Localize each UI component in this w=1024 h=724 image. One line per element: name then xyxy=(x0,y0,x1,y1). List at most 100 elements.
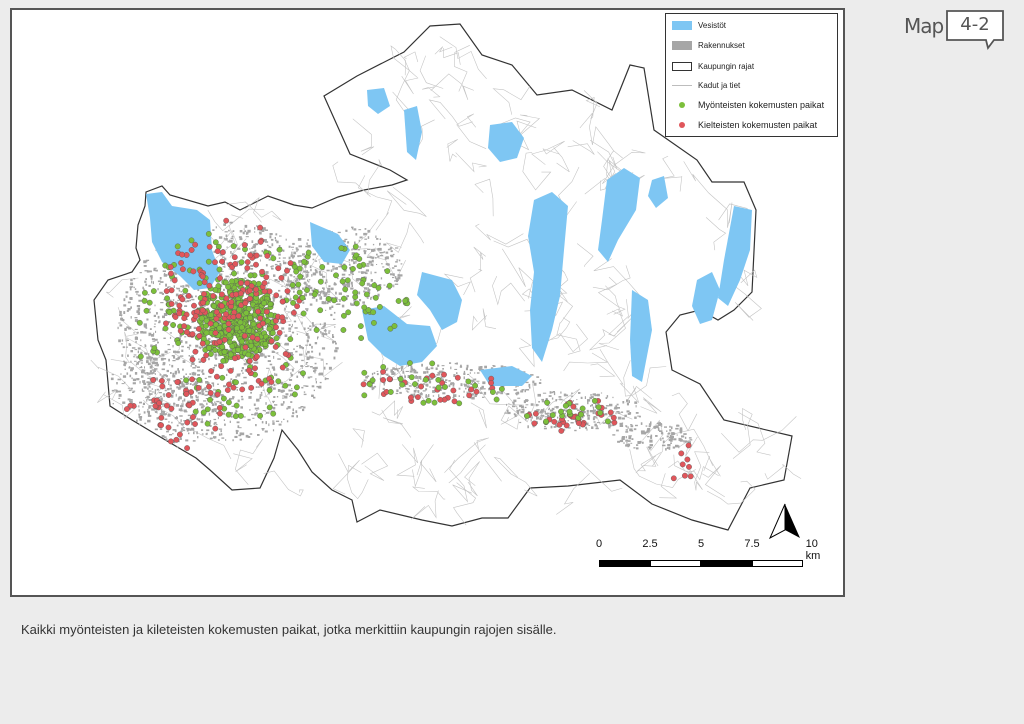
negative-point xyxy=(189,331,196,337)
negative-point xyxy=(682,472,688,479)
positive-point xyxy=(311,291,318,298)
negative-point xyxy=(437,396,444,403)
positive-point xyxy=(267,301,274,308)
legend-label: Kaupungin rajat xyxy=(698,61,755,71)
negative-point xyxy=(206,282,213,289)
positive-point xyxy=(359,280,366,287)
negative-point xyxy=(231,254,238,261)
positive-point xyxy=(456,400,463,407)
positive-point xyxy=(150,288,157,294)
positive-point xyxy=(220,357,227,364)
positive-point xyxy=(331,297,337,304)
negative-point xyxy=(386,376,393,382)
positive-point xyxy=(207,396,213,403)
negative-point xyxy=(159,383,166,390)
scale-label-2-5: 2.5 xyxy=(642,538,658,550)
positive-point xyxy=(170,322,177,328)
negative-point xyxy=(273,292,280,299)
positive-point xyxy=(591,397,598,404)
negative-point xyxy=(176,302,183,309)
negative-point xyxy=(217,410,223,417)
negative-point xyxy=(268,338,275,344)
negative-point xyxy=(181,323,188,329)
negative-point xyxy=(246,287,253,294)
positive-point xyxy=(578,411,584,418)
positive-point xyxy=(595,404,602,410)
positive-point xyxy=(220,395,227,402)
negative-point xyxy=(246,295,253,302)
negative-point xyxy=(218,363,225,370)
positive-point xyxy=(276,246,283,253)
positive-point xyxy=(234,325,240,332)
positive-point xyxy=(371,282,378,289)
positive-point xyxy=(237,412,244,419)
positive-point xyxy=(422,376,429,383)
positive-point xyxy=(287,336,294,342)
positive-point xyxy=(188,237,195,244)
negative-point xyxy=(177,327,184,334)
positive-point xyxy=(141,289,148,296)
negative-point xyxy=(168,300,175,307)
positive-point xyxy=(270,410,277,417)
negative-point xyxy=(156,400,163,406)
negative-point xyxy=(233,291,240,298)
negative-point xyxy=(199,340,206,347)
positive-point xyxy=(211,303,218,310)
scale-segment-2 xyxy=(650,560,701,567)
negative-point xyxy=(684,456,691,463)
positive-point xyxy=(391,323,398,329)
negative-point xyxy=(488,379,494,386)
positive-point xyxy=(597,409,603,416)
negative-point xyxy=(179,251,186,258)
negative-point xyxy=(172,314,179,320)
negative-point xyxy=(163,288,170,294)
positive-point xyxy=(372,294,379,301)
negative-point xyxy=(207,390,214,396)
negative-point xyxy=(210,293,217,299)
negative-point xyxy=(228,299,235,305)
negative-point xyxy=(679,461,686,468)
positive-point xyxy=(465,378,472,385)
negative-point xyxy=(686,463,692,470)
negative-point xyxy=(556,421,563,428)
badge-title: Map xyxy=(904,14,944,38)
negative-point xyxy=(216,404,223,411)
positive-point xyxy=(339,278,346,285)
green-point-icon xyxy=(672,100,692,110)
negative-point xyxy=(259,320,266,327)
negative-point xyxy=(241,242,248,248)
positive-point xyxy=(206,344,213,351)
positive-point xyxy=(295,281,302,288)
negative-point xyxy=(441,371,447,378)
positive-point xyxy=(341,264,348,271)
positive-point xyxy=(435,376,442,383)
positive-point xyxy=(204,420,211,427)
positive-point xyxy=(166,309,173,316)
positive-point xyxy=(266,387,273,394)
negative-point xyxy=(189,376,196,383)
negative-point xyxy=(208,368,215,374)
negative-point xyxy=(168,287,175,294)
positive-point xyxy=(216,266,223,273)
positive-point xyxy=(219,374,226,381)
positive-point xyxy=(333,272,339,279)
positive-point xyxy=(296,289,303,296)
positive-point xyxy=(406,360,413,366)
positive-point xyxy=(164,295,171,302)
negative-point xyxy=(253,261,259,268)
negative-point xyxy=(201,291,207,297)
negative-point xyxy=(290,309,297,316)
negative-point xyxy=(183,391,190,397)
negative-point xyxy=(150,377,157,383)
negative-point xyxy=(195,325,202,332)
scale-label-7-5: 7.5 xyxy=(744,538,760,550)
positive-point xyxy=(566,408,573,415)
positive-point xyxy=(319,264,326,270)
negative-point xyxy=(575,420,582,426)
negative-point xyxy=(294,303,300,310)
negative-point xyxy=(266,288,273,295)
scale-segment-3 xyxy=(701,560,752,567)
positive-point xyxy=(207,351,214,357)
negative-point xyxy=(199,273,206,280)
positive-point xyxy=(212,239,219,246)
